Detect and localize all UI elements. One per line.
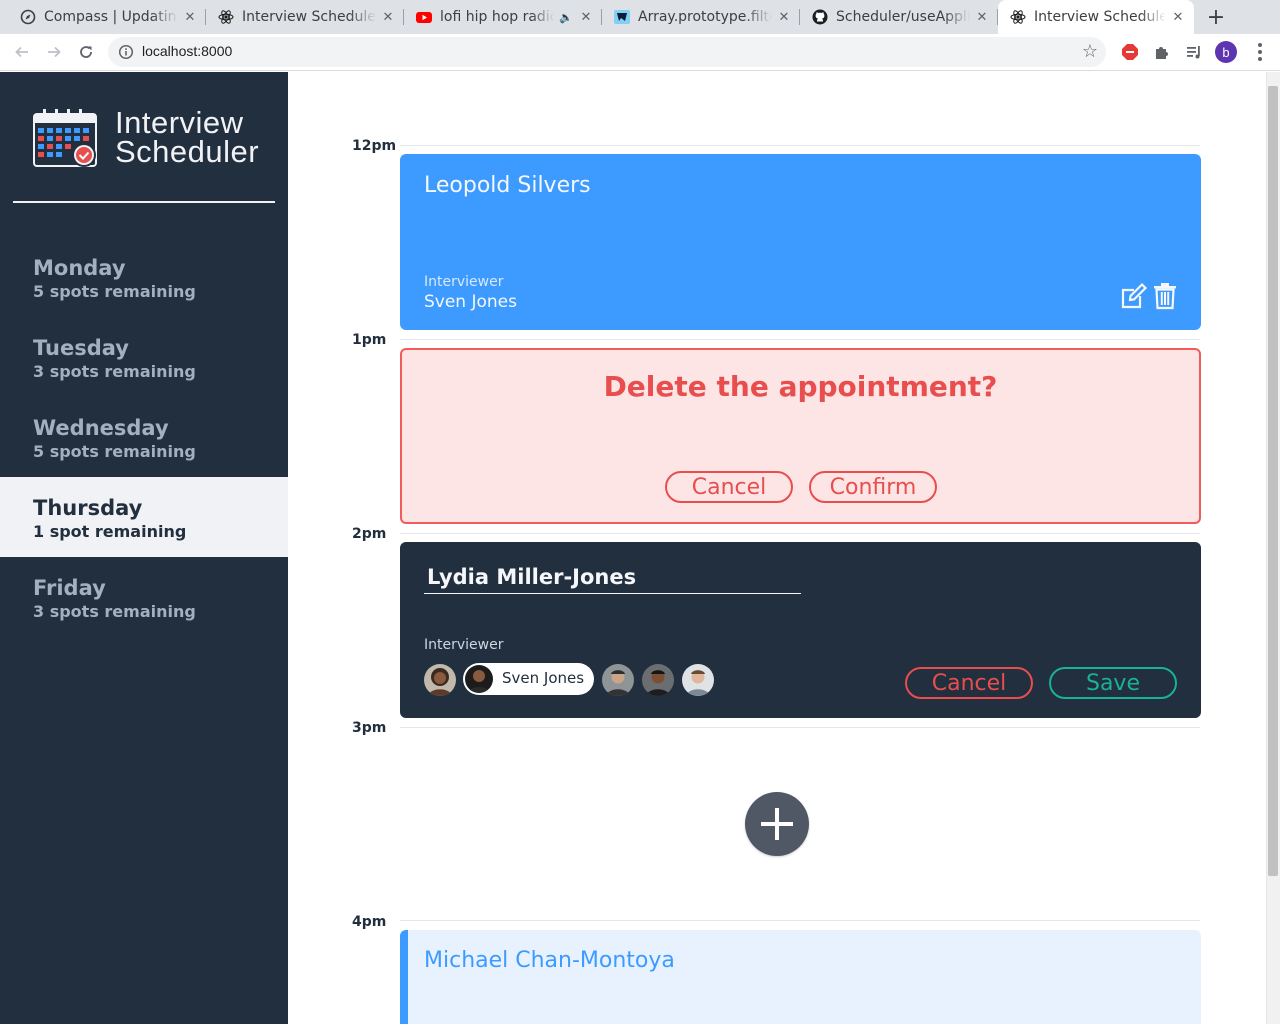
info-icon[interactable] bbox=[118, 44, 134, 60]
tab-title: Compass | Updating bbox=[44, 9, 178, 25]
day-spots: 3 spots remaining bbox=[33, 602, 196, 621]
day-spots: 1 spot remaining bbox=[33, 522, 187, 541]
url-text: localhost:8000 bbox=[142, 43, 233, 59]
day-name: Monday bbox=[33, 256, 126, 280]
browser-tab-interview-scheduler[interactable]: Interview Scheduler ✕ bbox=[206, 0, 404, 34]
confirm-delete-button[interactable]: Confirm bbox=[809, 471, 937, 503]
forward-button[interactable] bbox=[42, 40, 66, 64]
interviewer-name: Sven Jones bbox=[424, 292, 517, 312]
trash-icon[interactable] bbox=[1153, 282, 1181, 310]
student-name-input[interactable]: Lydia Miller-Jones bbox=[424, 562, 801, 594]
compass-icon bbox=[20, 9, 36, 25]
day-spots: 3 spots remaining bbox=[33, 362, 196, 381]
interviewer-avatar[interactable] bbox=[642, 664, 674, 696]
tab-title: Interview Scheduler bbox=[1034, 9, 1166, 25]
brand-line: Scheduler bbox=[115, 134, 260, 169]
calendar-logo-icon bbox=[33, 108, 99, 168]
sidebar-divider bbox=[13, 201, 275, 203]
reload-button[interactable] bbox=[74, 40, 98, 64]
new-tab-button[interactable]: + bbox=[1204, 5, 1228, 30]
browser-tab-strip: Compass | Updating ✕ Interview Scheduler… bbox=[0, 0, 1280, 34]
media-queue-icon[interactable] bbox=[1184, 42, 1204, 62]
audio-playing-icon[interactable]: 🔈 bbox=[558, 9, 574, 25]
student-name: Michael Chan-Montoya bbox=[424, 948, 675, 973]
time-label: 2pm bbox=[352, 526, 387, 542]
cancel-form-button[interactable]: Cancel bbox=[905, 667, 1033, 699]
close-tab-icon[interactable]: ✕ bbox=[1170, 9, 1186, 25]
react-icon bbox=[1010, 9, 1026, 25]
github-icon bbox=[812, 9, 828, 25]
close-tab-icon[interactable]: ✕ bbox=[776, 9, 792, 25]
add-appointment-button[interactable] bbox=[745, 792, 809, 856]
tab-title: Array.prototype.filter bbox=[638, 9, 772, 25]
day-spots: 5 spots remaining bbox=[33, 442, 196, 461]
browser-tab-compass[interactable]: Compass | Updating ✕ bbox=[8, 0, 206, 34]
browser-tab-github[interactable]: Scheduler/useApplicationData ✕ bbox=[800, 0, 998, 34]
back-button[interactable] bbox=[10, 40, 34, 64]
interviewer-selected[interactable]: Sven Jones bbox=[463, 663, 594, 695]
day-name: Wednesday bbox=[33, 416, 169, 440]
sidebar: Interview Scheduler Monday 5 spots remai… bbox=[0, 72, 288, 1024]
interviewer-name: Sven Jones bbox=[502, 669, 585, 687]
bookmark-star-icon[interactable]: ☆ bbox=[1082, 41, 1098, 62]
browser-menu-icon[interactable] bbox=[1248, 40, 1272, 64]
close-tab-icon[interactable]: ✕ bbox=[974, 9, 990, 25]
scrollbar-thumb[interactable] bbox=[1268, 86, 1278, 876]
mdn-icon bbox=[614, 9, 630, 25]
student-name: Leopold Silvers bbox=[424, 173, 591, 198]
app-brand: Interview Scheduler bbox=[115, 105, 260, 169]
day-spots: 5 spots remaining bbox=[33, 282, 196, 301]
close-tab-icon[interactable]: ✕ bbox=[578, 9, 594, 25]
tab-title: Scheduler/useApplicationData bbox=[836, 9, 970, 25]
day-list-item-tuesday[interactable]: Tuesday 3 spots remaining bbox=[0, 317, 288, 397]
time-label: 4pm bbox=[352, 914, 387, 930]
day-list-item-monday[interactable]: Monday 5 spots remaining bbox=[0, 237, 288, 317]
day-list-item-friday[interactable]: Friday 3 spots remaining bbox=[0, 557, 288, 637]
extensions-puzzle-icon[interactable] bbox=[1152, 42, 1172, 62]
appointment-card-show: Leopold Silvers Interviewer Sven Jones bbox=[400, 154, 1201, 330]
time-label: 3pm bbox=[352, 720, 387, 736]
confirm-message: Delete the appointment? bbox=[603, 370, 998, 403]
hour-divider bbox=[400, 533, 1200, 534]
react-icon bbox=[218, 9, 234, 25]
time-label: 1pm bbox=[352, 332, 387, 348]
interviewer-avatar bbox=[465, 665, 493, 693]
interviewer-label: Interviewer bbox=[424, 637, 504, 653]
edit-icon[interactable] bbox=[1120, 282, 1148, 310]
interviewer-label: Interviewer bbox=[424, 274, 504, 290]
tab-title: Interview Scheduler bbox=[242, 9, 376, 25]
close-tab-icon[interactable]: ✕ bbox=[182, 9, 198, 25]
browser-toolbar: localhost:8000 ☆ b bbox=[0, 34, 1280, 71]
interviewer-avatar[interactable] bbox=[602, 664, 634, 696]
youtube-icon bbox=[416, 9, 432, 25]
appointment-card-next: Michael Chan-Montoya bbox=[400, 930, 1201, 1024]
adblock-extension-icon[interactable] bbox=[1120, 42, 1140, 62]
day-list-item-thursday[interactable]: Thursday 1 spot remaining bbox=[0, 477, 288, 557]
hour-divider bbox=[400, 339, 1200, 340]
address-bar[interactable]: localhost:8000 ☆ bbox=[108, 37, 1106, 67]
brand-line: Interview bbox=[115, 105, 244, 140]
close-tab-icon[interactable]: ✕ bbox=[380, 9, 396, 25]
day-name: Tuesday bbox=[33, 336, 129, 360]
interviewer-avatar[interactable] bbox=[424, 664, 456, 696]
profile-avatar[interactable]: b bbox=[1215, 41, 1237, 63]
hour-divider bbox=[400, 145, 1200, 146]
hour-divider bbox=[400, 727, 1200, 728]
browser-tab-interview-scheduler-active[interactable]: Interview Scheduler ✕ bbox=[998, 0, 1194, 34]
appointment-card-confirm: Delete the appointment? Cancel Confirm bbox=[400, 348, 1201, 524]
save-button[interactable]: Save bbox=[1049, 667, 1177, 699]
time-label: 12pm bbox=[352, 138, 397, 154]
day-list-item-wednesday[interactable]: Wednesday 5 spots remaining bbox=[0, 397, 288, 477]
browser-tab-lofi[interactable]: lofi hip hop radio 🔈 ✕ bbox=[404, 0, 602, 34]
browser-tab-mdn[interactable]: Array.prototype.filter ✕ bbox=[602, 0, 800, 34]
day-name: Friday bbox=[33, 576, 106, 600]
interviewer-avatar[interactable] bbox=[682, 664, 714, 696]
cancel-delete-button[interactable]: Cancel bbox=[665, 471, 793, 503]
day-name: Thursday bbox=[33, 496, 143, 520]
hour-divider bbox=[400, 920, 1200, 921]
tab-title: lofi hip hop radio bbox=[440, 9, 554, 25]
plus-icon bbox=[761, 808, 793, 840]
